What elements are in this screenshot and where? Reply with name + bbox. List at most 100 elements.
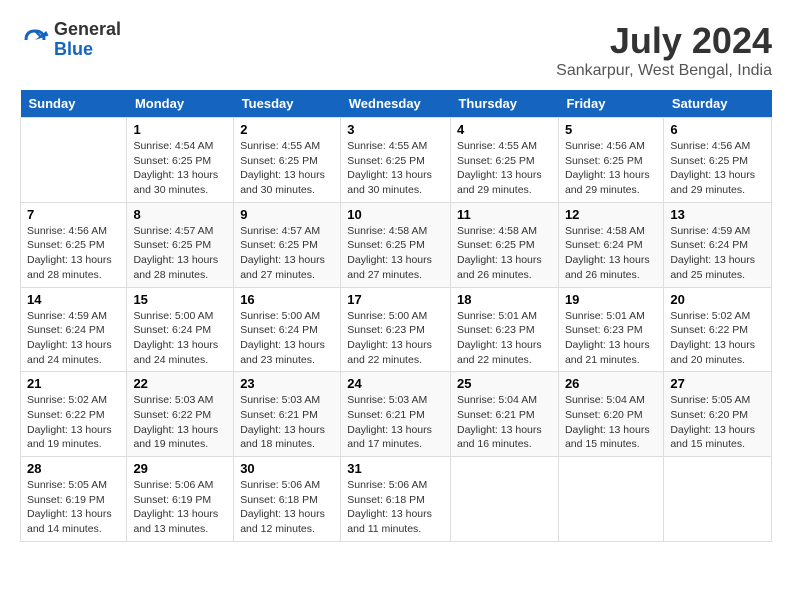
calendar-cell: 3 Sunrise: 4:55 AMSunset: 6:25 PMDaylight… — [341, 118, 451, 203]
day-number: 13 — [670, 207, 765, 222]
day-info: Sunrise: 4:56 AMSunset: 6:25 PMDaylight:… — [27, 224, 120, 283]
day-info: Sunrise: 4:55 AMSunset: 6:25 PMDaylight:… — [347, 139, 444, 198]
calendar-cell: 17 Sunrise: 5:00 AMSunset: 6:23 PMDayligh… — [341, 287, 451, 372]
day-info: Sunrise: 5:03 AMSunset: 6:21 PMDaylight:… — [240, 393, 334, 452]
calendar-cell: 10 Sunrise: 4:58 AMSunset: 6:25 PMDayligh… — [341, 202, 451, 287]
day-number: 16 — [240, 292, 334, 307]
day-info: Sunrise: 5:06 AMSunset: 6:18 PMDaylight:… — [240, 478, 334, 537]
header-cell-wednesday: Wednesday — [341, 90, 451, 118]
calendar-cell: 12 Sunrise: 4:58 AMSunset: 6:24 PMDayligh… — [558, 202, 663, 287]
day-number: 4 — [457, 122, 552, 137]
calendar-cell: 25Sunrise: 5:04 AMSunset: 6:21 PMDayligh… — [450, 372, 558, 457]
day-info: Sunrise: 5:00 AMSunset: 6:23 PMDaylight:… — [347, 309, 444, 368]
day-number: 22 — [133, 376, 227, 391]
header-cell-sunday: Sunday — [21, 90, 127, 118]
header-cell-monday: Monday — [127, 90, 234, 118]
calendar-cell: 18Sunrise: 5:01 AMSunset: 6:23 PMDayligh… — [450, 287, 558, 372]
day-number: 18 — [457, 292, 552, 307]
day-info: Sunrise: 5:00 AMSunset: 6:24 PMDaylight:… — [133, 309, 227, 368]
day-number: 19 — [565, 292, 657, 307]
day-number: 21 — [27, 376, 120, 391]
day-number: 12 — [565, 207, 657, 222]
calendar-cell: 23Sunrise: 5:03 AMSunset: 6:21 PMDayligh… — [234, 372, 341, 457]
header-cell-thursday: Thursday — [450, 90, 558, 118]
calendar-cell: 29 Sunrise: 5:06 AMSunset: 6:19 PMDayligh… — [127, 457, 234, 542]
day-info: Sunrise: 4:58 AMSunset: 6:24 PMDaylight:… — [565, 224, 657, 283]
day-number: 29 — [133, 461, 227, 476]
day-info: Sunrise: 4:56 AMSunset: 6:25 PMDaylight:… — [565, 139, 657, 198]
day-number: 15 — [133, 292, 227, 307]
calendar-cell — [558, 457, 663, 542]
header-row: SundayMondayTuesdayWednesdayThursdayFrid… — [21, 90, 772, 118]
calendar-cell: 19 Sunrise: 5:01 AMSunset: 6:23 PMDayligh… — [558, 287, 663, 372]
calendar-cell: 27 Sunrise: 5:05 AMSunset: 6:20 PMDayligh… — [664, 372, 772, 457]
logo-general-text: General — [54, 20, 121, 40]
day-number: 25 — [457, 376, 552, 391]
day-number: 31 — [347, 461, 444, 476]
day-number: 10 — [347, 207, 444, 222]
day-number: 8 — [133, 207, 227, 222]
calendar-cell: 21Sunrise: 5:02 AMSunset: 6:22 PMDayligh… — [21, 372, 127, 457]
day-info: Sunrise: 4:54 AMSunset: 6:25 PMDaylight:… — [133, 139, 227, 198]
day-number: 7 — [27, 207, 120, 222]
day-info: Sunrise: 4:55 AMSunset: 6:25 PMDaylight:… — [457, 139, 552, 198]
day-info: Sunrise: 5:05 AMSunset: 6:20 PMDaylight:… — [670, 393, 765, 452]
day-number: 17 — [347, 292, 444, 307]
day-info: Sunrise: 4:57 AMSunset: 6:25 PMDaylight:… — [133, 224, 227, 283]
day-info: Sunrise: 5:01 AMSunset: 6:23 PMDaylight:… — [565, 309, 657, 368]
day-info: Sunrise: 5:06 AMSunset: 6:18 PMDaylight:… — [347, 478, 444, 537]
logo: General Blue — [20, 20, 121, 60]
calendar-cell: 26Sunrise: 5:04 AMSunset: 6:20 PMDayligh… — [558, 372, 663, 457]
week-row-5: 28Sunrise: 5:05 AMSunset: 6:19 PMDayligh… — [21, 457, 772, 542]
week-row-2: 7 Sunrise: 4:56 AMSunset: 6:25 PMDaylight… — [21, 202, 772, 287]
day-number: 2 — [240, 122, 334, 137]
day-info: Sunrise: 4:57 AMSunset: 6:25 PMDaylight:… — [240, 224, 334, 283]
week-row-1: 1 Sunrise: 4:54 AMSunset: 6:25 PMDaylight… — [21, 118, 772, 203]
day-number: 27 — [670, 376, 765, 391]
calendar-cell: 4 Sunrise: 4:55 AMSunset: 6:25 PMDaylight… — [450, 118, 558, 203]
calendar-cell — [664, 457, 772, 542]
day-info: Sunrise: 5:03 AMSunset: 6:21 PMDaylight:… — [347, 393, 444, 452]
calendar-cell: 9Sunrise: 4:57 AMSunset: 6:25 PMDaylight… — [234, 202, 341, 287]
logo-blue-text: Blue — [54, 40, 121, 60]
calendar-cell: 2 Sunrise: 4:55 AMSunset: 6:25 PMDaylight… — [234, 118, 341, 203]
day-info: Sunrise: 4:55 AMSunset: 6:25 PMDaylight:… — [240, 139, 334, 198]
calendar-cell: 15 Sunrise: 5:00 AMSunset: 6:24 PMDayligh… — [127, 287, 234, 372]
day-number: 26 — [565, 376, 657, 391]
day-info: Sunrise: 4:58 AMSunset: 6:25 PMDaylight:… — [457, 224, 552, 283]
day-info: Sunrise: 5:03 AMSunset: 6:22 PMDaylight:… — [133, 393, 227, 452]
title-block: July 2024 Sankarpur, West Bengal, India — [556, 20, 772, 80]
location-subtitle: Sankarpur, West Bengal, India — [556, 62, 772, 80]
week-row-3: 14Sunrise: 4:59 AMSunset: 6:24 PMDayligh… — [21, 287, 772, 372]
day-info: Sunrise: 4:59 AMSunset: 6:24 PMDaylight:… — [670, 224, 765, 283]
day-number: 5 — [565, 122, 657, 137]
day-number: 24 — [347, 376, 444, 391]
calendar-cell: 22 Sunrise: 5:03 AMSunset: 6:22 PMDayligh… — [127, 372, 234, 457]
day-number: 30 — [240, 461, 334, 476]
day-info: Sunrise: 5:02 AMSunset: 6:22 PMDaylight:… — [670, 309, 765, 368]
calendar-cell: 14Sunrise: 4:59 AMSunset: 6:24 PMDayligh… — [21, 287, 127, 372]
day-number: 3 — [347, 122, 444, 137]
day-info: Sunrise: 4:58 AMSunset: 6:25 PMDaylight:… — [347, 224, 444, 283]
header-cell-friday: Friday — [558, 90, 663, 118]
calendar-cell: 7 Sunrise: 4:56 AMSunset: 6:25 PMDaylight… — [21, 202, 127, 287]
calendar-cell: 28Sunrise: 5:05 AMSunset: 6:19 PMDayligh… — [21, 457, 127, 542]
calendar-cell: 30 Sunrise: 5:06 AMSunset: 6:18 PMDayligh… — [234, 457, 341, 542]
day-info: Sunrise: 4:56 AMSunset: 6:25 PMDaylight:… — [670, 139, 765, 198]
header-cell-saturday: Saturday — [664, 90, 772, 118]
calendar-cell: 8 Sunrise: 4:57 AMSunset: 6:25 PMDaylight… — [127, 202, 234, 287]
calendar-cell: 20Sunrise: 5:02 AMSunset: 6:22 PMDayligh… — [664, 287, 772, 372]
day-info: Sunrise: 5:06 AMSunset: 6:19 PMDaylight:… — [133, 478, 227, 537]
logo-icon — [20, 25, 50, 55]
calendar-table: SundayMondayTuesdayWednesdayThursdayFrid… — [20, 90, 772, 542]
calendar-cell: 31 Sunrise: 5:06 AMSunset: 6:18 PMDayligh… — [341, 457, 451, 542]
day-number: 28 — [27, 461, 120, 476]
day-number: 1 — [133, 122, 227, 137]
calendar-cell: 6 Sunrise: 4:56 AMSunset: 6:25 PMDaylight… — [664, 118, 772, 203]
calendar-cell: 13 Sunrise: 4:59 AMSunset: 6:24 PMDayligh… — [664, 202, 772, 287]
day-number: 6 — [670, 122, 765, 137]
day-number: 14 — [27, 292, 120, 307]
day-info: Sunrise: 5:00 AMSunset: 6:24 PMDaylight:… — [240, 309, 334, 368]
calendar-cell: 11Sunrise: 4:58 AMSunset: 6:25 PMDayligh… — [450, 202, 558, 287]
month-year-title: July 2024 — [556, 20, 772, 62]
